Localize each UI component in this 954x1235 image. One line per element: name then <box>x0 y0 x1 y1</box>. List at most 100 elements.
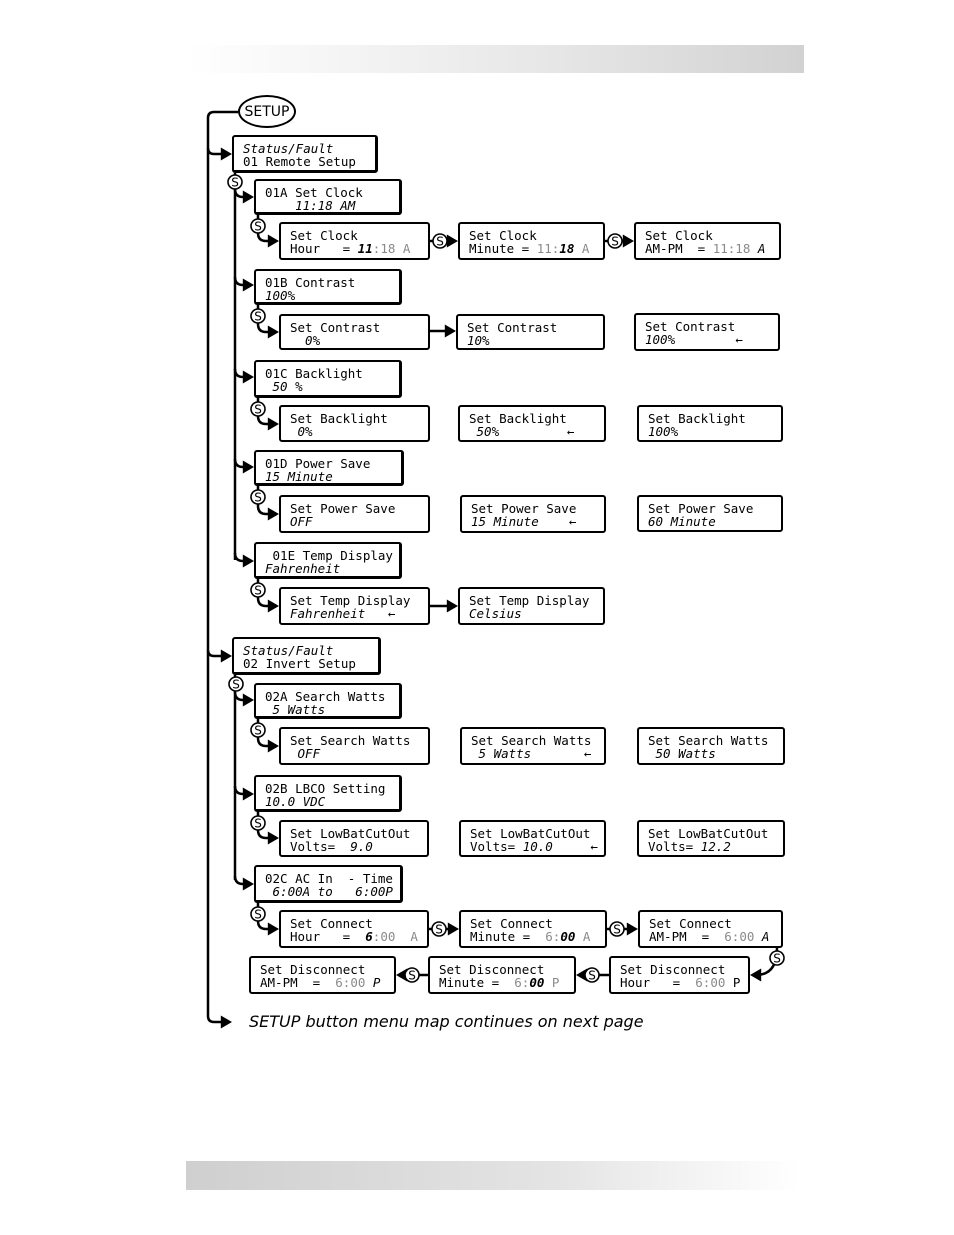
menu-screen-cn2: Set Connect Minute = 6:00 A <box>459 910 607 948</box>
menu-screen-con1: Set Contrast 0% <box>279 314 430 350</box>
arrowhead-icon <box>242 460 254 474</box>
screen-text: A <box>757 241 766 256</box>
screen-text: Hour = <box>620 975 696 990</box>
menu-screen-con2: Set Contrast 10% <box>456 314 605 350</box>
screen-text: 9.0 <box>350 839 373 854</box>
screen-line: AM-PM = 6:00 P <box>260 976 394 989</box>
menu-screen-b01B: 01B Contrast 100% <box>254 269 402 305</box>
arrowhead-icon <box>220 1015 232 1029</box>
menu-screen-cn3: Set Connect AM-PM = 6:00 A <box>638 910 783 948</box>
screen-line: Hour = 11:18 A <box>290 242 428 255</box>
screen-text: ← <box>531 746 592 761</box>
connector-line <box>206 110 238 1024</box>
screen-text: 0% <box>290 333 321 348</box>
screen-line: 50% ← <box>469 425 604 438</box>
screen-text: OFF <box>290 514 313 529</box>
menu-screen-b02C: 02C AC In - Time 6:00A to 6:00P <box>254 865 403 903</box>
screen-text: 6: <box>514 975 530 990</box>
screen-line: Hour = 6:00 P <box>620 976 748 989</box>
arrowhead-icon <box>267 922 279 936</box>
arrowhead-icon <box>626 922 638 936</box>
s-button-label: S <box>408 969 416 983</box>
menu-screen-sw2: Set Search Watts 5 Watts ← <box>460 727 606 765</box>
screen-line: Fahrenheit <box>265 562 399 575</box>
arrowhead-icon <box>267 417 279 431</box>
menu-screen-b01D: 01D Power Save 15 Minute <box>254 450 404 486</box>
screen-text: 00 <box>529 975 545 990</box>
screen-line: 02 Invert Setup <box>243 657 378 670</box>
arrowhead-icon <box>242 693 254 707</box>
screen-text: AM-PM = <box>260 975 336 990</box>
screen-text: 6:00 <box>724 929 762 944</box>
screen-text: 12.2 <box>700 839 731 854</box>
screen-line: AM-PM = 11:18 A <box>645 242 779 255</box>
screen-text: 6:00A to 6:00P <box>265 884 393 899</box>
menu-screen-b01E: 01E Temp Display Fahrenheit <box>254 542 402 579</box>
screen-line: 01 Remote Setup <box>243 155 375 168</box>
footer-note: SETUP button menu map continues on next … <box>249 1012 644 1031</box>
arrowhead-icon <box>242 278 254 292</box>
menu-screen-sw1: Set Search Watts OFF <box>279 727 430 765</box>
screen-text: 01 Remote Setup <box>243 154 356 169</box>
s-button-label: S <box>254 491 262 505</box>
arrowhead-icon <box>242 370 254 384</box>
setup-button: SETUP <box>238 95 296 128</box>
arrowhead-icon <box>242 554 254 568</box>
screen-line: Minute = 11:18 A <box>469 242 603 255</box>
screen-text: AM-PM = <box>645 241 713 256</box>
s-button-label: S <box>613 923 621 937</box>
screen-text: 10.0 <box>522 839 553 854</box>
screen-line: 15 Minute ← <box>471 515 604 528</box>
screen-text: Minute = <box>469 241 537 256</box>
screen-text: OFF <box>290 746 321 761</box>
menu-screen-lb2: Set LowBatCutOut Volts= 10.0 ← <box>459 820 606 857</box>
screen-line: 10.0 VDC <box>265 795 399 808</box>
menu-screen-status2: Status/Fault 02 Invert Setup <box>232 637 381 675</box>
screen-line: 50 Watts <box>648 747 783 760</box>
menu-screen-b01C: 01C Backlight 50 % <box>254 360 402 398</box>
screen-text: 100% <box>645 332 676 347</box>
screen-line: Fahrenheit ← <box>290 607 428 620</box>
menu-screen-dc1: Set Disconnect Hour = 6:00 P <box>609 956 750 994</box>
screen-text: 6:00 <box>695 975 733 990</box>
screen-text: 15 Minute <box>265 469 333 484</box>
screen-text: ← <box>675 332 743 347</box>
s-button-label: S <box>435 923 443 937</box>
screen-text: Hour = <box>290 929 366 944</box>
screen-text: 11: <box>536 241 560 256</box>
menu-screen-bl2: Set Backlight 50% ← <box>458 405 606 442</box>
s-button-label: S <box>254 403 262 417</box>
arrowhead-icon <box>267 739 279 753</box>
screen-text: Minute = <box>439 975 515 990</box>
arrowhead-icon <box>267 507 279 521</box>
arrowhead-icon <box>267 325 279 339</box>
screen-text: Celsius <box>469 606 522 621</box>
arrowhead-icon <box>242 787 254 801</box>
screen-line: Volts= 12.2 <box>648 840 783 853</box>
screen-text: A <box>574 241 590 256</box>
screen-text: 10.0 VDC <box>265 794 326 809</box>
arrowhead-icon <box>220 147 232 161</box>
screen-text: ← <box>365 606 396 621</box>
screen-text: 60 Minute <box>648 514 716 529</box>
screen-text: 11:18 AM <box>265 198 356 213</box>
screen-text: 0% <box>290 424 313 439</box>
menu-screen-clk1: Set Clock Hour = 11:18 A <box>279 222 430 260</box>
arrowhead-icon <box>267 831 279 845</box>
menu-screen-sw3: Set Search Watts 50 Watts <box>637 727 785 765</box>
screen-line: Minute = 6:00 A <box>470 930 605 943</box>
screen-text: Hour = <box>290 241 358 256</box>
arrowhead-icon <box>242 877 254 891</box>
screen-line: OFF <box>290 747 428 760</box>
screen-text: Fahrenheit <box>290 606 366 621</box>
menu-screen-ps3: Set Power Save 60 Minute <box>637 495 783 532</box>
screen-line: 100% <box>265 289 399 302</box>
menu-screen-lb1: Set LowBatCutOut Volts= 9.0 <box>279 820 429 857</box>
menu-screen-b01A: 01A Set Clock 11:18 AM <box>254 179 402 215</box>
screen-text: :00 A <box>372 929 418 944</box>
menu-screen-ps2: Set Power Save 15 Minute ← <box>460 495 606 533</box>
screen-text: AM-PM = <box>649 929 725 944</box>
menu-screen-clk2: Set Clock Minute = 11:18 A <box>458 222 605 260</box>
screen-line: 100% <box>648 425 781 438</box>
arrowhead-icon <box>267 599 279 613</box>
